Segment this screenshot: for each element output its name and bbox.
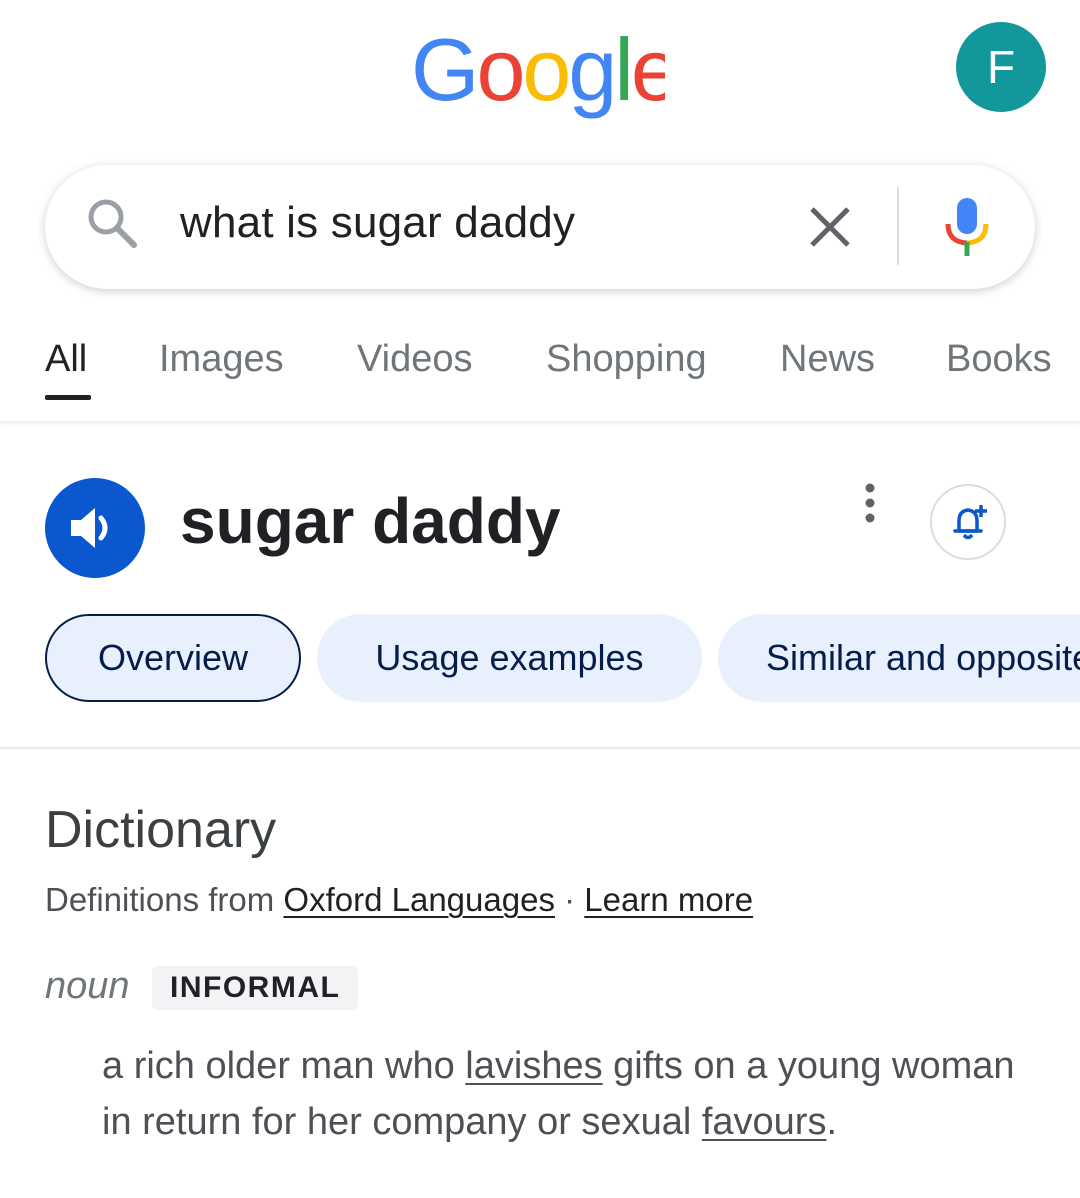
search-input[interactable]: what is sugar daddy (180, 198, 575, 248)
chip-label: Usage examples (375, 637, 644, 678)
tabs-divider (0, 421, 1080, 423)
lavishes-link[interactable]: lavishes (465, 1045, 602, 1087)
avatar-letter: F (986, 41, 1016, 93)
search-divider (897, 187, 899, 265)
definition-part: a rich older man who (102, 1045, 466, 1087)
oxford-languages-link[interactable]: Oxford Languages (283, 881, 555, 918)
account-avatar[interactable]: F (956, 22, 1046, 112)
bell-plus-icon (953, 505, 987, 540)
favours-link[interactable]: favours (702, 1101, 827, 1143)
tab-news[interactable]: News (780, 338, 875, 381)
tab-shopping[interactable]: Shopping (546, 338, 707, 381)
part-of-speech: noun (45, 965, 130, 1007)
chip-overview[interactable]: Overview (45, 614, 301, 702)
search-icon[interactable] (84, 195, 140, 251)
close-icon[interactable] (806, 203, 854, 251)
source-prefix: Definitions from (45, 881, 275, 918)
definition-text: a rich older man who lavishes gifts on a… (102, 1038, 1032, 1150)
active-tab-indicator (45, 395, 91, 400)
register-badge: INFORMAL (152, 966, 359, 1010)
definitions-source: Definitions from Oxford Languages · Lear… (45, 881, 753, 919)
source-separator: · (564, 881, 576, 918)
dictionary-heading: Dictionary (45, 801, 277, 859)
chip-label: Similar and opposite words (766, 637, 1080, 678)
speaker-icon (71, 508, 108, 548)
chip-usage-examples[interactable]: Usage examples (317, 614, 702, 702)
tab-videos[interactable]: Videos (357, 338, 473, 381)
chip-label: Overview (97, 637, 249, 678)
more-vert-icon[interactable] (858, 482, 882, 524)
create-alert-button[interactable] (930, 484, 1006, 560)
svg-text:Google: Google (411, 30, 665, 119)
tab-images[interactable]: Images (159, 338, 284, 381)
tab-all[interactable]: All (45, 338, 87, 381)
definition-part: . (826, 1101, 838, 1143)
pronunciation-button[interactable] (45, 478, 145, 578)
tab-books[interactable]: Books (946, 338, 1052, 381)
dictionary-word: sugar daddy (180, 485, 561, 557)
chip-similar-and-opposite-words[interactable]: Similar and opposite words (718, 614, 1080, 702)
microphone-icon[interactable] (942, 196, 992, 258)
learn-more-link[interactable]: Learn more (584, 881, 753, 918)
google-logo[interactable]: Google (411, 30, 665, 122)
section-divider (0, 747, 1080, 749)
